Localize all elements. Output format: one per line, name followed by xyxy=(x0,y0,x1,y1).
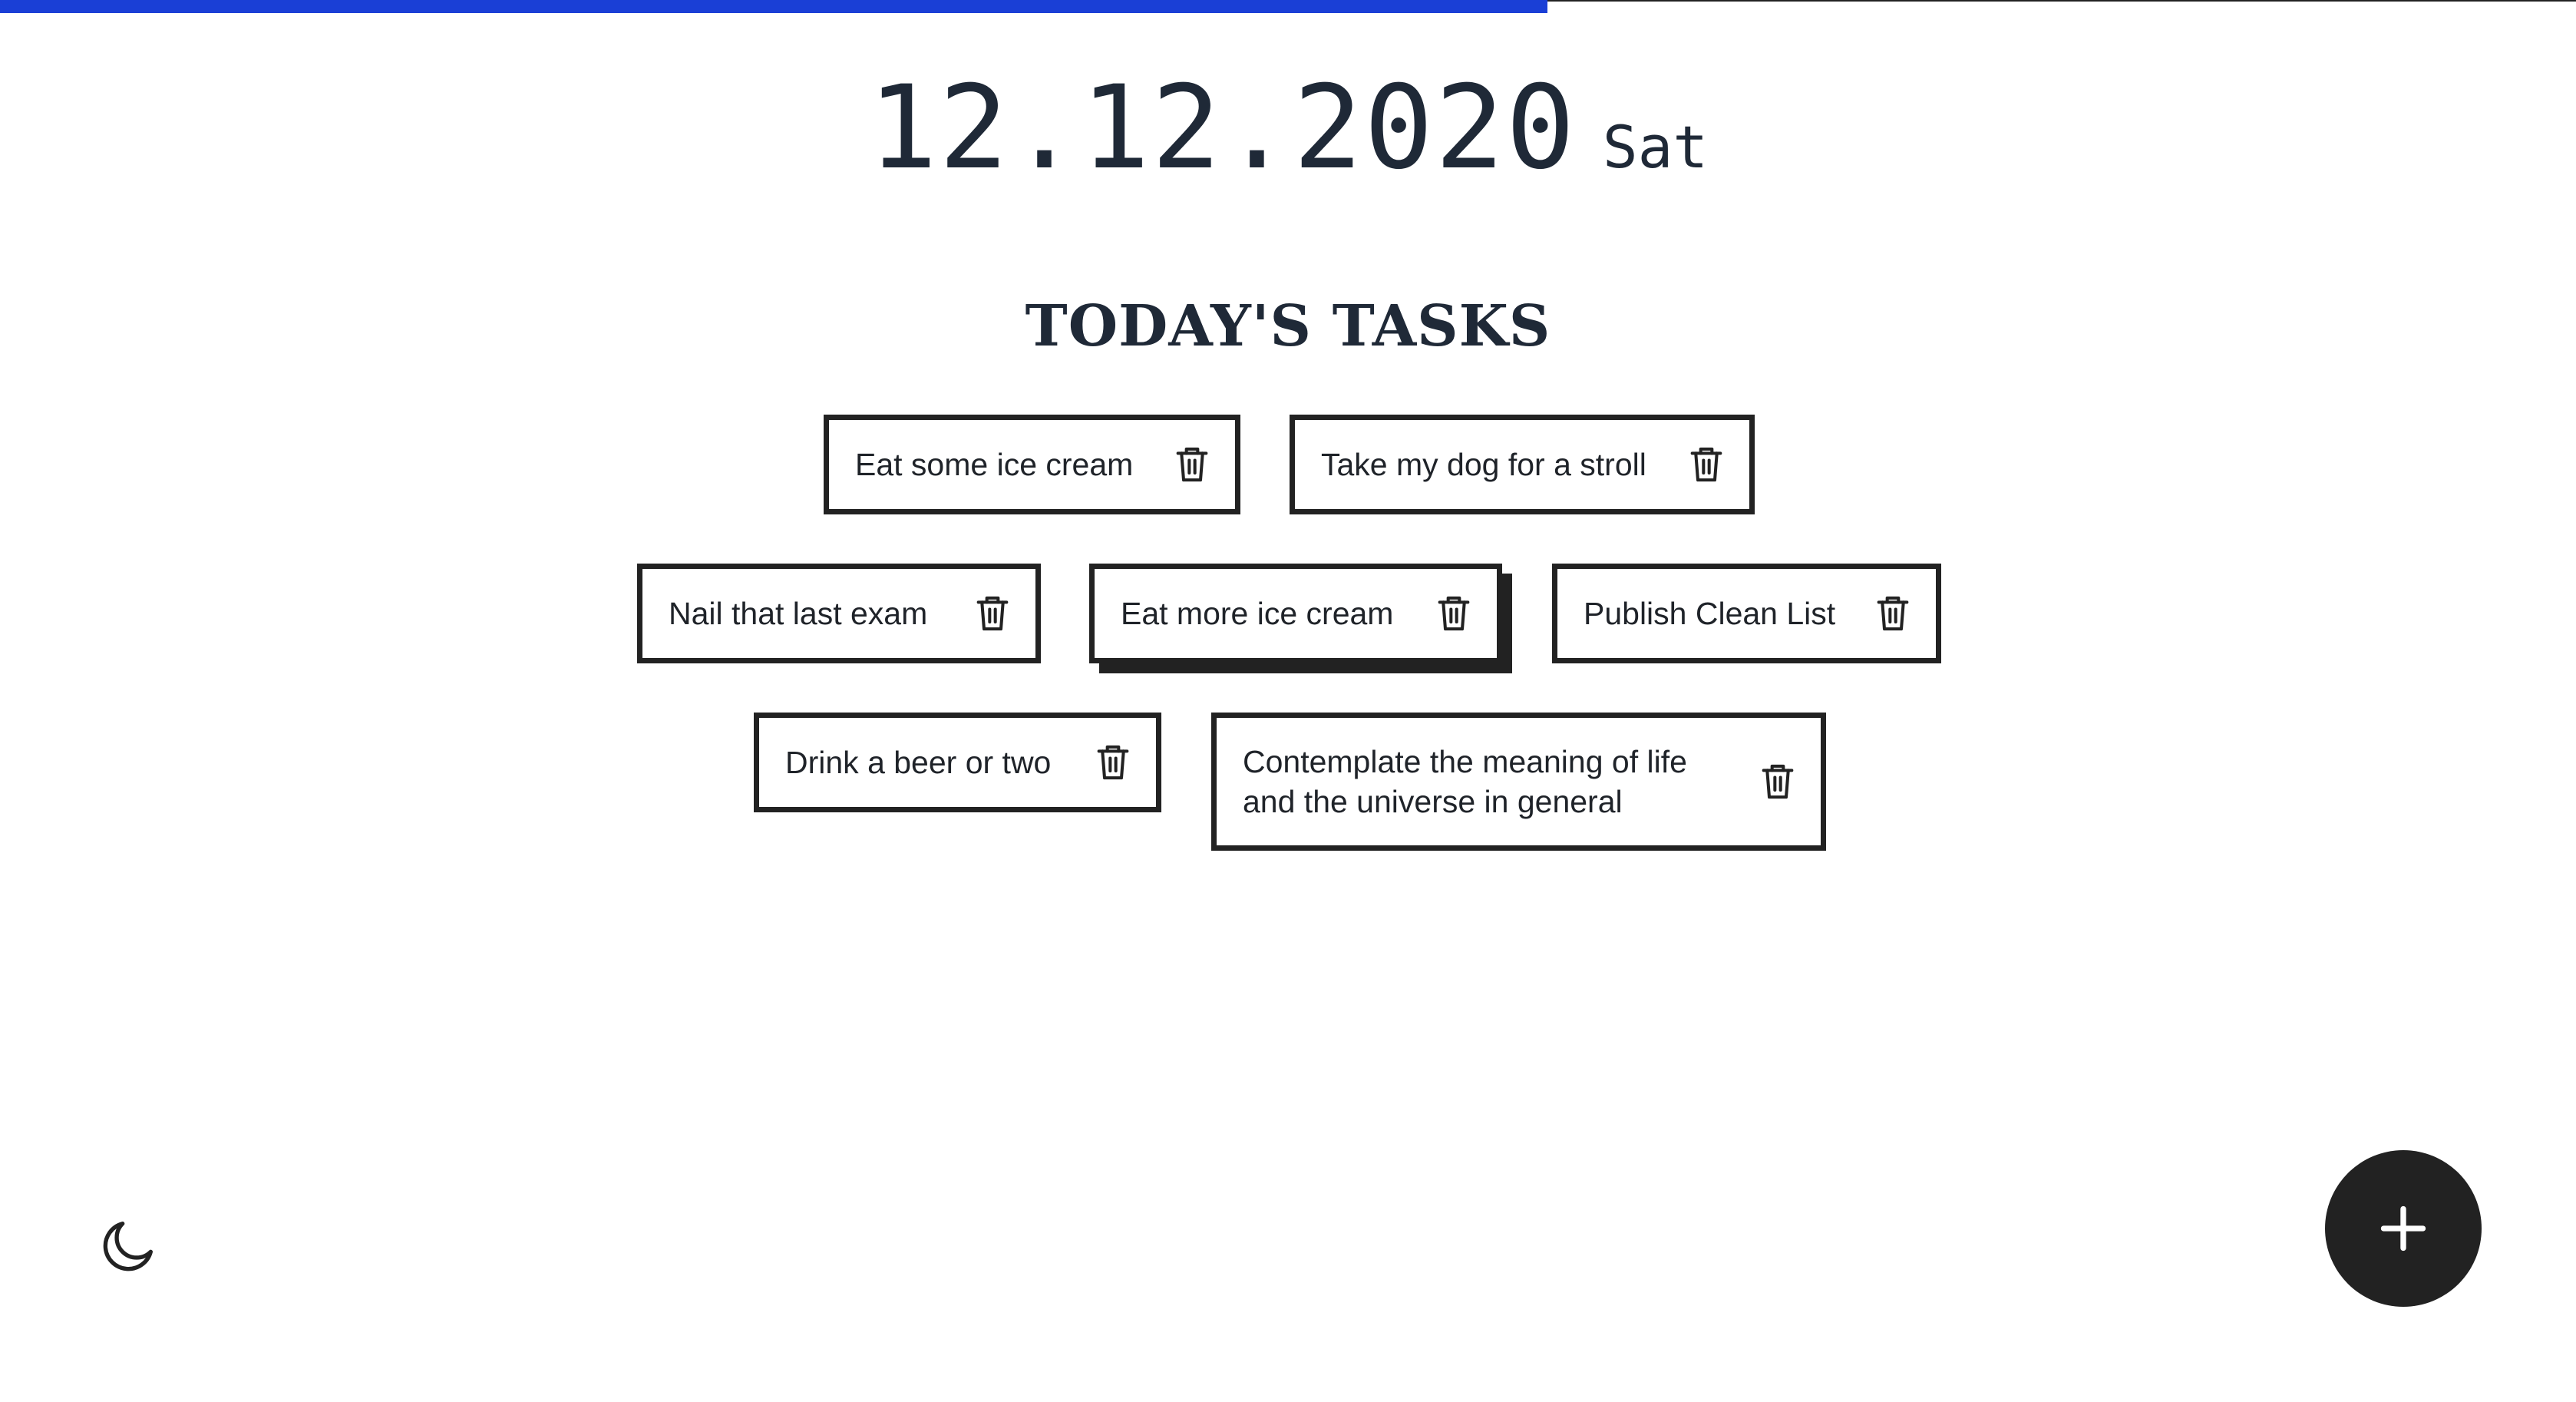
task-card[interactable]: Take my dog for a stroll xyxy=(1290,415,1755,514)
task-card[interactable]: Nail that last exam xyxy=(637,564,1041,663)
task-card[interactable]: Drink a beer or two xyxy=(754,713,1161,812)
trash-icon[interactable] xyxy=(1689,445,1723,484)
moon-icon[interactable] xyxy=(98,1215,160,1276)
trash-icon[interactable] xyxy=(1437,594,1471,633)
task-label: Nail that last exam xyxy=(669,596,928,631)
plus-icon xyxy=(2380,1205,2426,1252)
trash-icon[interactable] xyxy=(1761,762,1795,802)
task-card[interactable]: Publish Clean List xyxy=(1552,564,1941,663)
task-card[interactable]: Contemplate the meaning of life and the … xyxy=(1211,713,1826,851)
date-value: 12.12.2020 xyxy=(867,61,1577,195)
trash-icon[interactable] xyxy=(1175,445,1209,484)
task-card-hovered[interactable]: Eat more ice cream xyxy=(1089,564,1502,663)
task-label: Publish Clean List xyxy=(1584,596,1836,631)
task-card[interactable]: Eat some ice cream xyxy=(824,415,1240,514)
page-title: TODAY'S TASKS xyxy=(1025,293,1551,359)
task-label: Eat more ice cream xyxy=(1121,596,1394,631)
date-header: 12.12.2020 Sat xyxy=(0,61,2576,195)
trash-icon[interactable] xyxy=(976,594,1009,633)
add-task-button[interactable] xyxy=(2325,1150,2482,1307)
trash-icon[interactable] xyxy=(1096,742,1130,782)
day-progress-bar xyxy=(0,0,1547,13)
task-label: Take my dog for a stroll xyxy=(1321,447,1646,482)
task-label: Eat some ice cream xyxy=(855,447,1134,482)
task-label: Drink a beer or two xyxy=(785,745,1052,780)
weekday-label: Sat xyxy=(1602,113,1709,181)
trash-icon[interactable] xyxy=(1876,594,1910,633)
task-label: Contemplate the meaning of life and the … xyxy=(1243,744,1687,819)
